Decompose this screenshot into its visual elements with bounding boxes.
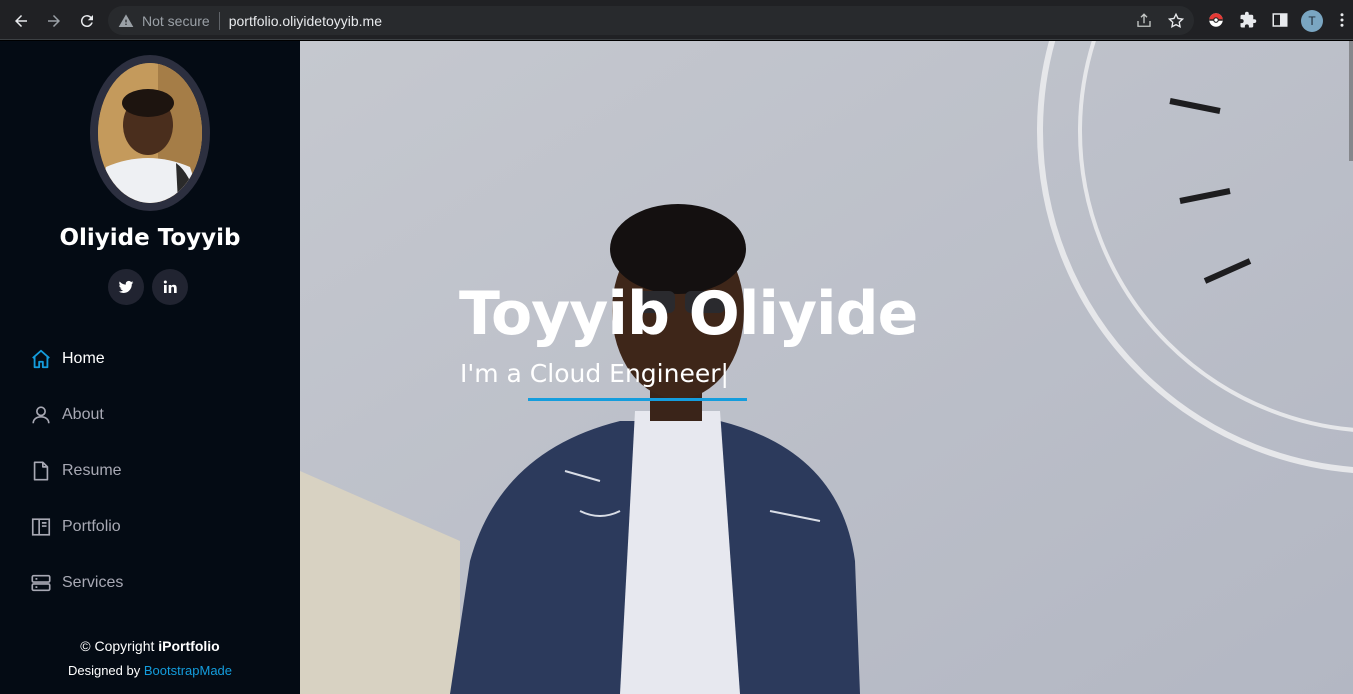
side-panel-icon[interactable] — [1271, 11, 1289, 29]
hero-background-image — [300, 41, 1353, 694]
nav-label-portfolio: Portfolio — [62, 518, 121, 535]
nav-label-home: Home — [62, 350, 105, 367]
nav-item-home[interactable]: Home — [30, 344, 105, 374]
copyright-brand: iPortfolio — [158, 638, 220, 654]
browser-toolbar: Not secure portfolio.oliyidetoyyib.me T — [0, 0, 1353, 40]
nav-item-resume[interactable]: Resume — [30, 456, 122, 486]
nav-label-about: About — [62, 406, 104, 423]
book-icon — [31, 518, 51, 536]
back-button[interactable] — [8, 8, 34, 34]
kebab-menu-icon[interactable] — [1335, 11, 1349, 29]
bootstrapmade-link[interactable]: BootstrapMade — [144, 663, 232, 678]
hero-section: Toyyib Oliyide I'm a Cloud Engineer| — [300, 41, 1353, 694]
address-separator — [218, 11, 220, 30]
sidebar: Oliyide Toyyib Home About Resume Portfol… — [0, 41, 300, 694]
nav-label-services: Services — [62, 574, 124, 591]
copyright: © Copyright iPortfolio — [0, 638, 300, 654]
nav-label-resume: Resume — [62, 462, 122, 479]
file-icon — [33, 461, 49, 481]
forward-arrow-icon — [48, 15, 60, 27]
person-icon — [32, 406, 50, 424]
credits-prefix: Designed by — [67, 663, 144, 678]
linkedin-button[interactable] — [152, 269, 188, 305]
pokeball-extension-icon[interactable] — [1207, 11, 1225, 29]
twitter-button[interactable] — [108, 269, 144, 305]
star-icon[interactable] — [1167, 12, 1185, 30]
profile-name: Oliyide Toyyib — [59, 225, 241, 251]
twitter-icon — [118, 280, 134, 293]
tagline-underline — [528, 398, 747, 401]
back-arrow-icon — [15, 15, 27, 27]
url-text[interactable]: portfolio.oliyidetoyyib.me — [229, 13, 382, 29]
reload-icon — [80, 15, 93, 28]
profile-photo — [90, 55, 210, 211]
puzzle-extension-icon[interactable] — [1239, 11, 1257, 29]
reload-button[interactable] — [74, 8, 100, 34]
hero-title: Toyyib Oliyide — [459, 279, 918, 349]
linkedin-icon — [163, 280, 177, 293]
home-icon — [32, 349, 50, 369]
address-bar[interactable]: Not secure portfolio.oliyidetoyyib.me — [108, 6, 1194, 35]
profile-avatar[interactable]: T — [1301, 10, 1323, 32]
nav-item-services[interactable]: Services — [30, 568, 123, 598]
hero-tagline: I'm a Cloud Engineer| — [460, 359, 729, 388]
security-indicator[interactable]: Not secure — [142, 13, 210, 29]
page-scrollbar[interactable] — [1349, 41, 1353, 161]
nav-item-about[interactable]: About — [30, 400, 104, 430]
server-icon — [31, 574, 51, 592]
share-icon[interactable] — [1135, 12, 1153, 30]
forward-button[interactable] — [41, 8, 67, 34]
credits: Designed by BootstrapMade — [0, 663, 300, 678]
nav-item-portfolio[interactable]: Portfolio — [30, 512, 121, 542]
warning-icon — [118, 13, 134, 27]
copyright-prefix: © Copyright — [80, 638, 159, 654]
